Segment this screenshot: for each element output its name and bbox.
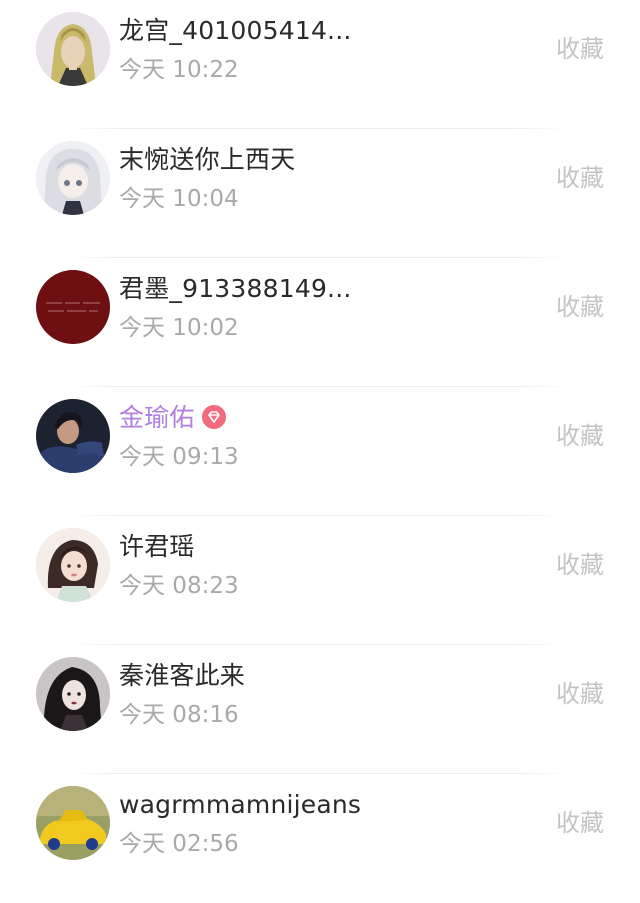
contact-name: 金瑜佑 (119, 401, 227, 435)
list-item[interactable]: 君墨_913388149... 今天 10:02 收藏 (0, 258, 640, 387)
list-item[interactable]: 金瑜佑 今天 09:13 收藏 (0, 387, 640, 516)
timestamp: 今天 09:13 (119, 444, 239, 470)
illustrated-woman-avatar (36, 528, 110, 602)
avatar[interactable] (36, 657, 110, 731)
contact-name: wagrmmamnijeans (119, 790, 362, 819)
avatar[interactable] (36, 399, 110, 473)
favorite-button[interactable]: 收藏 (556, 33, 604, 65)
blonde-anime-character-avatar (36, 12, 110, 86)
avatar[interactable] (36, 141, 110, 215)
timestamp: 今天 08:23 (119, 573, 239, 599)
contact-name: 君墨_913388149... (119, 274, 352, 303)
favorite-button[interactable]: 收藏 (556, 162, 604, 194)
white-hair-anime-girl-avatar (36, 141, 110, 215)
contact-name: 秦淮客此来 (119, 661, 246, 690)
favorite-button[interactable]: 收藏 (556, 549, 604, 581)
timestamp: 今天 10:04 (119, 186, 239, 212)
timestamp: 今天 10:02 (119, 315, 239, 341)
favorite-button[interactable]: 收藏 (556, 678, 604, 710)
favorite-button[interactable]: 收藏 (556, 420, 604, 452)
diamond-vip-icon (201, 404, 227, 430)
avatar[interactable] (36, 528, 110, 602)
list-item[interactable]: wagrmmamnijeans 今天 02:56 收藏 (0, 774, 640, 903)
favorite-button[interactable]: 收藏 (556, 807, 604, 839)
timestamp: 今天 10:22 (119, 57, 239, 83)
list-item[interactable]: 许君瑶 今天 08:23 收藏 (0, 516, 640, 645)
favorite-button[interactable]: 收藏 (556, 291, 604, 323)
avatar[interactable] (36, 270, 110, 344)
list-item[interactable]: 末惋送你上西天 今天 10:04 收藏 (0, 129, 640, 258)
list-item[interactable]: 秦淮客此来 今天 08:16 收藏 (0, 645, 640, 774)
contact-name-text: 金瑜佑 (119, 403, 195, 432)
contact-name: 末惋送你上西天 (119, 145, 296, 174)
message-list: 龙宫_401005414... 今天 10:22 收藏 末惋送你上西天 今天 1… (0, 0, 640, 903)
dark-haired-woman-avatar (36, 657, 110, 731)
contact-name: 许君瑶 (119, 532, 195, 561)
timestamp: 今天 08:16 (119, 702, 239, 728)
dark-red-text-avatar (36, 270, 110, 344)
yellow-toy-car-avatar (36, 786, 110, 860)
list-item[interactable]: 龙宫_401005414... 今天 10:22 收藏 (0, 0, 640, 129)
contact-name: 龙宫_401005414... (119, 16, 352, 45)
man-portrait-avatar (36, 399, 110, 473)
avatar[interactable] (36, 786, 110, 860)
avatar[interactable] (36, 12, 110, 86)
timestamp: 今天 02:56 (119, 831, 239, 857)
